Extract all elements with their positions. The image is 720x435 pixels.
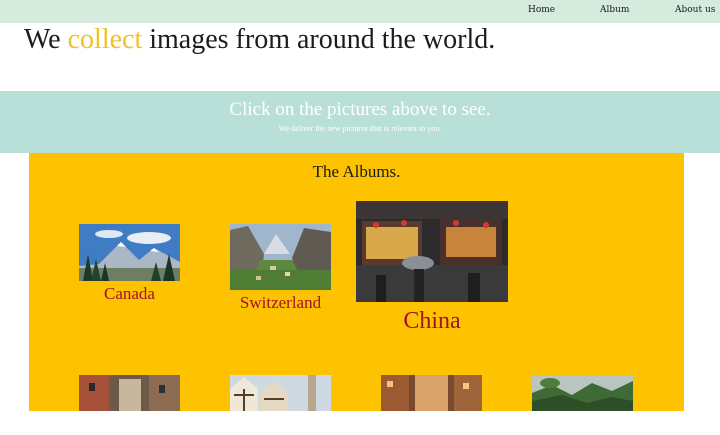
china-street-photo[interactable] bbox=[356, 201, 508, 302]
albums-heading: The Albums. bbox=[312, 162, 401, 181]
old-town-alley-photo[interactable] bbox=[79, 375, 180, 411]
album-card-switzerland[interactable]: Switzerland bbox=[230, 224, 331, 316]
album-label-canada[interactable]: Canada bbox=[79, 284, 180, 304]
timber-houses-photo[interactable] bbox=[230, 375, 331, 411]
album-card-china[interactable]: China bbox=[356, 201, 508, 341]
album-label-china[interactable]: China bbox=[356, 308, 508, 335]
info-banner: Click on the pictures above to see. We d… bbox=[0, 91, 720, 153]
jungle-valley-photo[interactable] bbox=[532, 375, 633, 411]
album-card-row2-1[interactable] bbox=[79, 375, 180, 435]
banner-subtitle: We deliver the new pictures that is rele… bbox=[278, 124, 442, 133]
narrow-street-photo[interactable] bbox=[381, 375, 482, 411]
switzerland-valley-photo[interactable] bbox=[230, 224, 331, 290]
album-card-canada[interactable]: Canada bbox=[79, 224, 180, 308]
hero-title-accent: collect bbox=[67, 24, 143, 55]
hero-title-end: images from around the world. bbox=[149, 24, 496, 55]
hero-title-start: We bbox=[24, 24, 61, 55]
top-nav: Home Album About us bbox=[0, 0, 720, 23]
album-card-row2-4[interactable] bbox=[532, 375, 633, 435]
albums-section: The Albums. Canada Switzerland China bbox=[29, 153, 684, 411]
album-card-row2-3[interactable] bbox=[381, 375, 482, 435]
hero-title: We collect images from around the world. bbox=[24, 22, 495, 58]
album-label-switzerland[interactable]: Switzerland bbox=[230, 293, 331, 313]
banner-title: Click on the pictures above to see. bbox=[229, 99, 491, 120]
canada-mountains-photo[interactable] bbox=[79, 224, 180, 281]
nav-about-us-link[interactable]: About us bbox=[675, 5, 715, 15]
nav-album-link[interactable]: Album bbox=[600, 5, 629, 15]
album-card-row2-2[interactable] bbox=[230, 375, 331, 435]
nav-home-link[interactable]: Home bbox=[528, 5, 555, 15]
